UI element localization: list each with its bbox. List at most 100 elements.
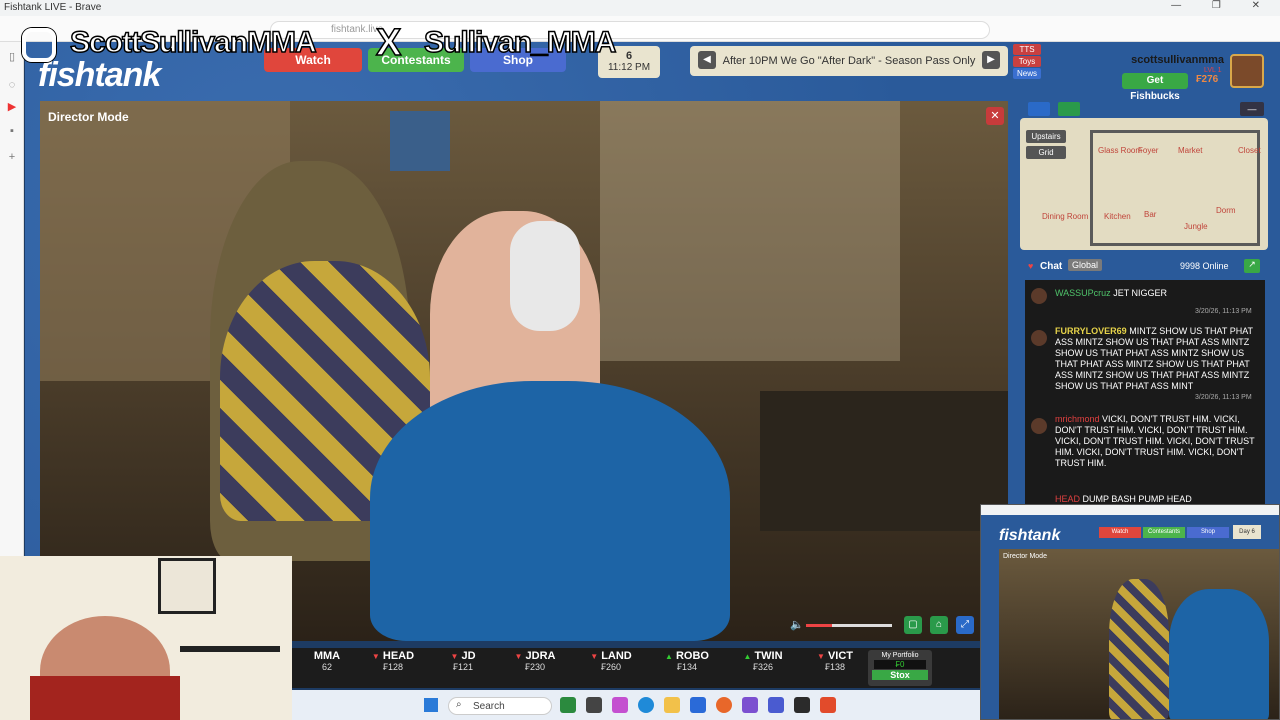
ticker-item[interactable]: ▼ JD ₣121: [428, 650, 498, 672]
chat-channel-tab[interactable]: Global: [1068, 259, 1103, 271]
room-dining[interactable]: Dining Room: [1042, 212, 1088, 221]
ticker-item[interactable]: ▼ JDRA ₣230: [500, 650, 570, 672]
pip-video: Director Mode: [999, 549, 1279, 719]
ticker-item[interactable]: ▼ VICT ₣138: [800, 650, 870, 672]
toys-tag[interactable]: Toys: [1013, 56, 1041, 67]
wall-frame: [158, 558, 216, 614]
obs-icon[interactable]: [794, 697, 810, 713]
cast-button[interactable]: ⌂: [930, 616, 948, 634]
minimize-map-button[interactable]: —: [1240, 102, 1264, 116]
tv-screen: [390, 111, 450, 171]
desk: [760, 391, 1008, 531]
pip-shop-button[interactable]: Shop: [1187, 527, 1229, 538]
outlook-icon[interactable]: [690, 697, 706, 713]
instagram-handle: ScottSullivanMMA: [69, 25, 317, 60]
volume-slider[interactable]: [806, 624, 892, 627]
taskbar-apps: [560, 697, 860, 715]
camera-toggle-button[interactable]: ▢: [904, 616, 922, 634]
windows-start-icon[interactable]: [424, 698, 438, 712]
task-view-icon[interactable]: [586, 697, 602, 713]
pip-watch-button[interactable]: Watch: [1099, 527, 1141, 538]
ticker-name: VICT: [827, 650, 854, 662]
ticker-item[interactable]: ▲ ROBO ₣134: [652, 650, 722, 672]
ticker-item[interactable]: ▼ LAND ₣260: [576, 650, 646, 672]
portfolio-value: ₣0: [874, 660, 926, 669]
ticker-item[interactable]: ▲ TWIN ₣326: [728, 650, 798, 672]
copilot-icon[interactable]: [612, 697, 628, 713]
x-handle: Sullivan_MMA: [423, 25, 617, 60]
map-down-button[interactable]: [1058, 102, 1080, 116]
volume-icon[interactable]: 🔈: [790, 618, 804, 631]
chat-username[interactable]: WASSUPcruz: [1055, 288, 1111, 298]
teams-icon[interactable]: [768, 697, 784, 713]
stox-button[interactable]: Stox: [872, 670, 928, 680]
chat-username[interactable]: mrichmond: [1055, 414, 1100, 424]
map-pin-button[interactable]: [1028, 102, 1050, 116]
extension-icon[interactable]: ▪: [5, 124, 19, 138]
pip-clock: Day 6: [1233, 525, 1261, 539]
house-map[interactable]: Upstairs Grid Glass Room Foyer Market Cl…: [1020, 118, 1268, 250]
ticker-item[interactable]: ▼ HEAD ₣128: [358, 650, 428, 672]
headphones: [510, 221, 580, 331]
brave-icon[interactable]: [820, 697, 836, 713]
chat-message: WASSUPcruz JET NIGGER: [1031, 288, 1261, 304]
ticker-item[interactable]: MMA 62: [292, 650, 362, 672]
banner-next-button[interactable]: ▶: [982, 51, 1000, 69]
close-player-button[interactable]: ✕: [986, 107, 1004, 125]
room-glass[interactable]: Glass Room: [1098, 146, 1142, 155]
room-market[interactable]: Market: [1178, 146, 1202, 155]
portfolio-label: My Portfolio: [881, 652, 919, 659]
add-icon[interactable]: +: [5, 150, 19, 164]
browser-sidebar: ▯ ◌ ▶ ▪ +: [0, 42, 24, 557]
avatar[interactable]: [1230, 54, 1264, 88]
x-logo-icon: X: [375, 21, 402, 65]
room-dorm[interactable]: Dorm: [1216, 206, 1236, 215]
youtube-icon[interactable]: ▶: [5, 100, 19, 114]
banner-text: After 10PM We Go "After Dark" - Season P…: [722, 55, 976, 67]
ticker-price: ₣260: [600, 662, 622, 672]
ticker-name: MMA: [313, 650, 341, 662]
chat-header: ♥ Chat Global 9998 Online ↗: [1020, 258, 1268, 276]
chat-username[interactable]: FURRYLOVER69: [1055, 326, 1127, 336]
username[interactable]: scottsullivanmma: [1110, 54, 1224, 66]
volume-fill: [806, 624, 832, 627]
room-bar[interactable]: Bar: [1144, 210, 1156, 219]
taskbar-search-input[interactable]: Search: [448, 697, 552, 715]
room-kitchen[interactable]: Kitchen: [1104, 212, 1131, 221]
blue-shirt: [370, 381, 730, 641]
app-icon[interactable]: [560, 697, 576, 713]
mute-icon[interactable]: ◌: [5, 78, 19, 92]
online-count: 9998 Online: [1180, 261, 1229, 271]
director-mode-label: Director Mode: [48, 110, 129, 124]
news-tag[interactable]: News: [1013, 68, 1041, 79]
grid-tab[interactable]: Grid: [1026, 146, 1066, 159]
file-explorer-icon[interactable]: [664, 697, 680, 713]
streamer-shirt: [30, 676, 180, 720]
room-closet[interactable]: Closet: [1238, 146, 1261, 155]
upstairs-tab[interactable]: Upstairs: [1026, 130, 1066, 143]
ticker-name: LAND: [601, 650, 632, 662]
pip-logo: fishtank: [999, 527, 1061, 544]
pip-contestant-right: [1169, 589, 1269, 719]
tts-tag[interactable]: TTS: [1013, 44, 1041, 55]
ticker-name: JD: [461, 650, 476, 662]
room-foyer[interactable]: Foyer: [1138, 146, 1158, 155]
portfolio-widget: My Portfolio ₣0 Stox: [868, 650, 932, 686]
down-arrow-icon: ▼: [514, 652, 523, 661]
firefox-icon[interactable]: [716, 697, 732, 713]
chat-icon: ♥: [1028, 261, 1034, 271]
chat-share-button[interactable]: ↗: [1244, 259, 1260, 273]
app-icon[interactable]: [742, 697, 758, 713]
pip-contestants-button[interactable]: Contestants: [1143, 527, 1185, 538]
banner-prev-button[interactable]: ◀: [698, 51, 716, 69]
edge-icon[interactable]: [638, 697, 654, 713]
chat-messages[interactable]: WASSUPcruz JET NIGGER 3/20/26, 11:13 PM …: [1025, 280, 1265, 506]
window-controls[interactable]: — ❐ ✕: [1171, 0, 1274, 11]
get-fishbucks-button[interactable]: Get Fishbucks: [1122, 73, 1188, 102]
chat-username[interactable]: HEAD: [1055, 494, 1080, 504]
picture-in-picture[interactable]: fishtank Watch Contestants Shop Day 6 Di…: [980, 504, 1280, 720]
room-jungle[interactable]: Jungle: [1184, 222, 1208, 231]
sidebar-toggle-icon[interactable]: ▯: [5, 50, 19, 64]
fullscreen-button[interactable]: ⤢: [956, 616, 974, 634]
fishbucks-amount: ₣276: [1196, 74, 1219, 85]
